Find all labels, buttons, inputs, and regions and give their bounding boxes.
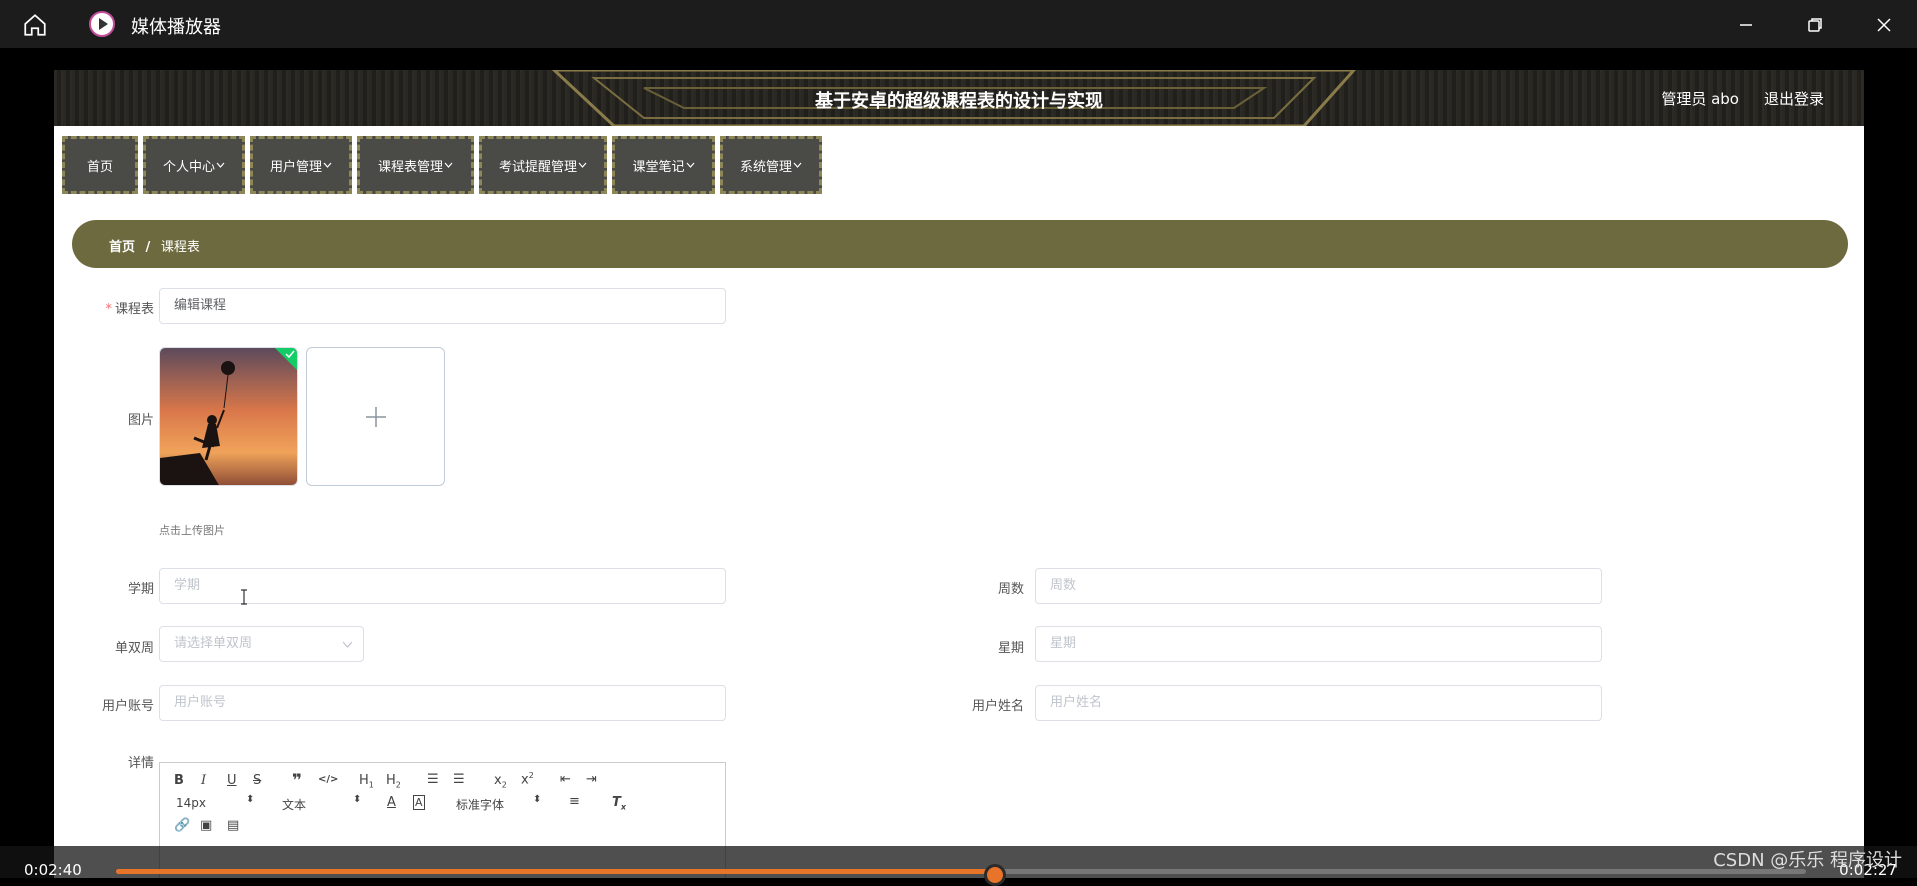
account-input[interactable]: 用户账号 (159, 685, 726, 721)
media-player-icon (89, 11, 115, 37)
background-color-icon[interactable]: A (413, 795, 425, 810)
code-icon[interactable]: </> (318, 774, 338, 785)
video-icon[interactable]: ▤ (227, 818, 239, 833)
select-arrows-icon: ⬍ (246, 794, 255, 805)
nav-schedule-management[interactable]: 课程表管理 (357, 136, 474, 194)
course-label: * 课程表 (54, 298, 154, 317)
account-label: 用户账号 (101, 699, 154, 714)
watermark: CSDN @乐乐 程序设计 (1713, 850, 1902, 871)
chevron-down-icon (323, 162, 332, 168)
weeks-input[interactable]: 周数 (1035, 568, 1602, 604)
progress-handle[interactable] (983, 864, 1006, 886)
header-select[interactable]: 文本 (282, 796, 306, 813)
bullet-list-icon[interactable]: ☰ (453, 772, 465, 787)
chevron-down-icon (216, 162, 225, 168)
title-bar: 媒体播放器 (0, 0, 1917, 48)
site-header: 基于安卓的超级课程表的设计与实现 管理员 abo 退出登录 (54, 70, 1864, 126)
username-input[interactable]: 用户姓名 (1035, 685, 1602, 721)
upload-hint: 点击上传图片 (159, 524, 225, 537)
chevron-down-icon (686, 162, 694, 168)
font-size-select[interactable]: 14px (176, 796, 206, 810)
nav-label: 用户管理 (269, 159, 322, 175)
breadcrumb-separator: / (145, 240, 151, 255)
nav-label: 课堂笔记 (632, 159, 685, 175)
weekday-input[interactable]: 星期 (1035, 626, 1602, 662)
select-arrows-icon: ⬍ (353, 794, 362, 805)
window-title: 媒体播放器 (131, 17, 221, 38)
nav-personal-center[interactable]: 个人中心 (143, 136, 245, 194)
font-select[interactable]: 标准字体 (456, 796, 504, 813)
nav-label: 课程表管理 (377, 159, 443, 175)
nav-user-management[interactable]: 用户管理 (250, 136, 352, 194)
chevron-down-icon (444, 162, 453, 168)
underline-icon[interactable]: U (227, 773, 237, 788)
oddeven-label: 单双周 (114, 641, 154, 656)
nav-exam-reminder[interactable]: 考试提醒管理 (479, 136, 607, 194)
uploaded-image[interactable] (159, 347, 298, 486)
heading2-icon[interactable]: H2 (386, 773, 401, 790)
weekday-label: 星期 (997, 641, 1024, 656)
nav-system-management[interactable]: 系统管理 (720, 136, 822, 194)
chevron-down-icon (578, 162, 587, 168)
breadcrumb-current: 课程表 (160, 240, 200, 255)
nav-label: 首页 (86, 159, 113, 175)
breadcrumb: 首页 / 课程表 (72, 220, 1848, 268)
subscript-icon[interactable]: x2 (494, 773, 507, 790)
success-check-icon (275, 348, 297, 370)
progress-fill (116, 869, 995, 874)
close-icon[interactable] (1871, 12, 1897, 38)
username-label: 用户姓名 (971, 699, 1024, 714)
logout-link[interactable]: 退出登录 (1764, 88, 1824, 109)
outdent-icon[interactable]: ⇤ (560, 772, 571, 787)
italic-icon[interactable]: I (201, 773, 206, 788)
breadcrumb-home[interactable]: 首页 (109, 240, 135, 255)
oddeven-placeholder: 请选择单双周 (174, 636, 253, 651)
upload-add-button[interactable] (306, 347, 445, 486)
ordered-list-icon[interactable]: ☰ (427, 772, 439, 787)
clear-format-icon[interactable]: Tx (612, 795, 626, 812)
nav-label: 系统管理 (739, 159, 792, 175)
home-icon[interactable] (22, 12, 48, 38)
course-label-text: 课程表 (114, 302, 154, 317)
term-label: 学期 (127, 582, 154, 597)
weeks-label: 周数 (997, 582, 1024, 597)
video-frame: 基于安卓的超级课程表的设计与实现 管理员 abo 退出登录 首页 个人中心 用户… (54, 70, 1864, 878)
chevron-down-icon (342, 641, 353, 648)
align-icon[interactable]: ≡ (569, 794, 580, 809)
detail-label: 详情 (127, 756, 154, 771)
text-color-icon[interactable]: A (387, 795, 396, 810)
link-icon[interactable]: 🔗 (174, 818, 190, 833)
chevron-down-icon (793, 162, 802, 168)
progress-track[interactable] (116, 864, 1806, 886)
indent-icon[interactable]: ⇥ (586, 772, 597, 787)
minimize-icon[interactable] (1733, 12, 1759, 38)
nav-label: 考试提醒管理 (498, 159, 577, 175)
required-mark: * (105, 302, 112, 317)
select-arrows-icon: ⬍ (533, 794, 542, 805)
bold-icon[interactable]: B (174, 773, 184, 788)
superscript-icon[interactable]: x2 (521, 771, 534, 787)
image-label: 图片 (127, 413, 154, 428)
quote-icon[interactable]: ❞ (292, 771, 302, 791)
strike-icon[interactable]: S (253, 773, 261, 788)
text-cursor-icon (241, 589, 247, 605)
oddeven-select[interactable]: 请选择单双周 (159, 626, 364, 662)
admin-user: 管理员 abo (1661, 90, 1739, 108)
heading1-icon[interactable]: H1 (359, 773, 374, 790)
elapsed-time: 0:02:40 (24, 861, 82, 879)
restore-icon[interactable] (1802, 12, 1828, 38)
course-input[interactable]: 编辑课程 (159, 288, 726, 324)
nav-home[interactable]: 首页 (62, 136, 138, 194)
site-title: 基于安卓的超级课程表的设计与实现 (815, 91, 1103, 112)
nav-label: 个人中心 (162, 159, 215, 175)
plus-icon (366, 407, 386, 427)
image-icon[interactable]: ▣ (200, 818, 212, 833)
nav-class-notes[interactable]: 课堂笔记 (612, 136, 715, 194)
